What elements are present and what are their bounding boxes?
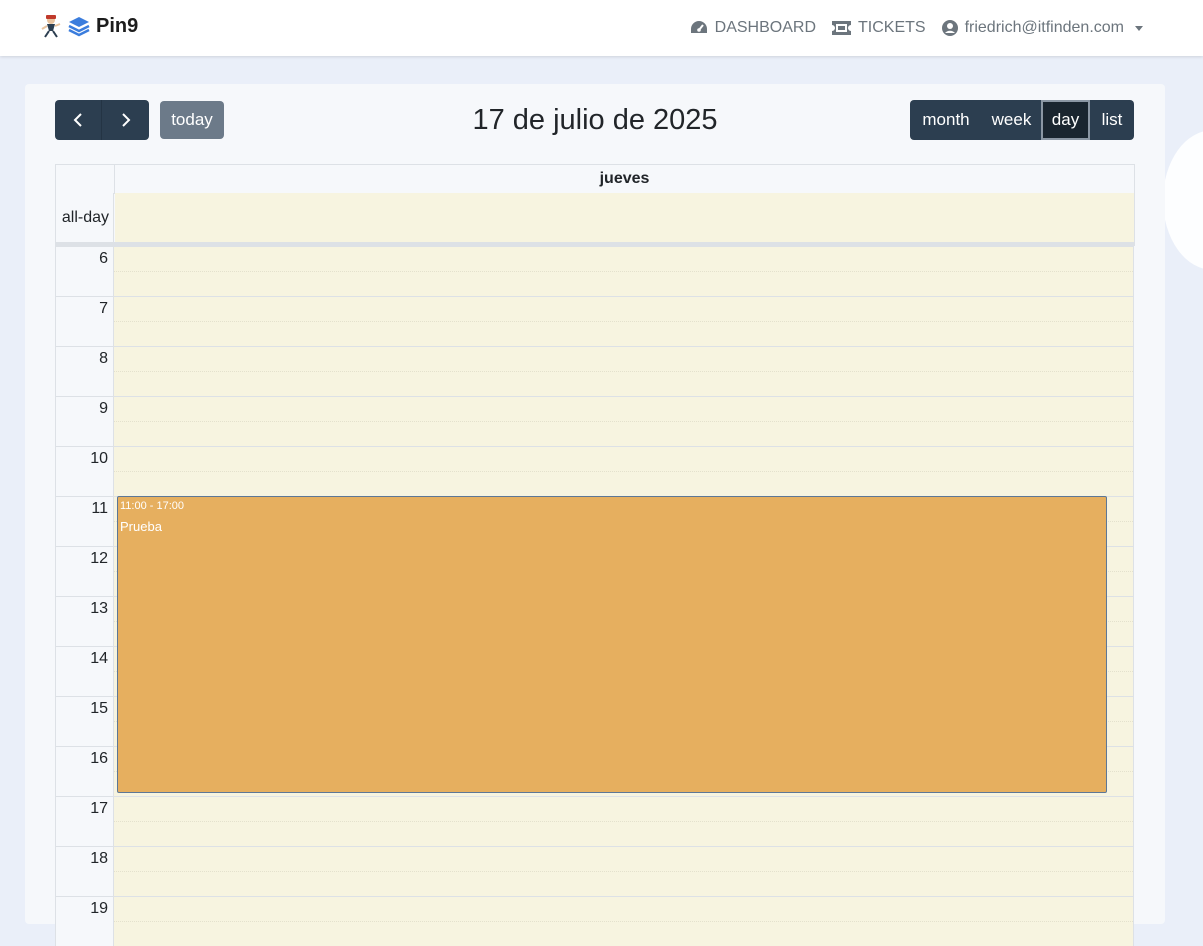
- all-day-cell[interactable]: [115, 193, 1134, 242]
- chevron-left-icon: [73, 113, 82, 127]
- hour-label: 11: [55, 496, 114, 546]
- view-list-button[interactable]: list: [1090, 100, 1134, 140]
- axis-corner: [56, 165, 115, 193]
- day-header: jueves: [599, 170, 650, 187]
- time-slot[interactable]: [114, 846, 1134, 896]
- hour-row: 6: [55, 246, 1135, 296]
- calendar-toolbar: today 17 de julio de 2025 month week day…: [55, 100, 1135, 140]
- prev-button[interactable]: [55, 100, 102, 140]
- column-header: jueves: [55, 164, 1135, 194]
- today-button[interactable]: today: [160, 101, 224, 139]
- time-slot[interactable]: [114, 246, 1134, 296]
- brand-name: Pin9: [96, 14, 139, 37]
- hour-label: 9: [55, 396, 114, 446]
- event-time: 11:00 - 17:00: [120, 500, 185, 512]
- nav-button-group: [55, 100, 149, 140]
- hour-label: 18: [55, 846, 114, 896]
- hour-row: 19: [55, 896, 1135, 946]
- top-navbar: Pin9 DASHBOARD TICKETS friedrich@itfinde…: [0, 0, 1203, 56]
- hour-label: 8: [55, 346, 114, 396]
- event-title: Prueba: [120, 519, 162, 534]
- time-slot[interactable]: [114, 446, 1134, 496]
- hour-label: 12: [55, 546, 114, 596]
- hour-label: 7: [55, 296, 114, 346]
- nav-tickets-label: TICKETS: [858, 19, 926, 36]
- next-button[interactable]: [102, 100, 149, 140]
- brand[interactable]: Pin9: [40, 14, 138, 38]
- view-month-button[interactable]: month: [910, 100, 982, 140]
- user-menu[interactable]: friedrich@itfinden.com: [941, 19, 1143, 37]
- user-email: friedrich@itfinden.com: [964, 19, 1124, 36]
- time-grid: 6 7 8 9 10 11 12 13 14 15 16 17 18 19 11…: [55, 246, 1135, 946]
- nav-dashboard[interactable]: DASHBOARD: [690, 19, 816, 37]
- speedometer-icon: [690, 21, 707, 33]
- view-week-button[interactable]: week: [982, 100, 1041, 140]
- time-slot[interactable]: [114, 896, 1134, 946]
- hour-label: 16: [55, 746, 114, 796]
- hour-row: 9: [55, 396, 1135, 446]
- hour-row: 18: [55, 846, 1135, 896]
- hour-row: 7: [55, 296, 1135, 346]
- chevron-right-icon: [121, 113, 130, 127]
- mascot-logo-icon: [41, 15, 61, 38]
- hour-row: 17: [55, 796, 1135, 846]
- all-day-label: all-day: [56, 193, 114, 242]
- calendar-card: today 17 de julio de 2025 month week day…: [25, 84, 1165, 946]
- time-slot[interactable]: [114, 346, 1134, 396]
- user-circle-icon: [941, 20, 958, 36]
- time-slot[interactable]: [114, 296, 1134, 346]
- hour-row: 8: [55, 346, 1135, 396]
- background-shape: [1163, 130, 1203, 270]
- time-slot[interactable]: [114, 796, 1134, 846]
- ticket-icon: [832, 21, 852, 35]
- hour-label: 17: [55, 796, 114, 846]
- hour-label: 6: [55, 246, 114, 296]
- calendar-event[interactable]: 11:00 - 17:00 Prueba: [117, 496, 1107, 793]
- nav-tickets[interactable]: TICKETS: [832, 19, 926, 37]
- hour-label: 15: [55, 696, 114, 746]
- layers-icon: [68, 17, 90, 37]
- view-switcher: month week day list: [910, 100, 1134, 140]
- nav-dashboard-label: DASHBOARD: [714, 19, 817, 36]
- view-day-button[interactable]: day: [1041, 100, 1090, 140]
- hour-row: 10: [55, 446, 1135, 496]
- hour-label: 19: [55, 896, 114, 946]
- calendar-title: 17 de julio de 2025: [472, 104, 718, 136]
- all-day-row: all-day: [55, 193, 1135, 243]
- hour-label: 13: [55, 596, 114, 646]
- time-slot[interactable]: [114, 396, 1134, 446]
- day-view: jueves all-day 6 7 8 9 10 11 12 13 14 15…: [55, 164, 1135, 946]
- caret-down-icon: [1135, 25, 1143, 31]
- hour-label: 10: [55, 446, 114, 496]
- hour-label: 14: [55, 646, 114, 696]
